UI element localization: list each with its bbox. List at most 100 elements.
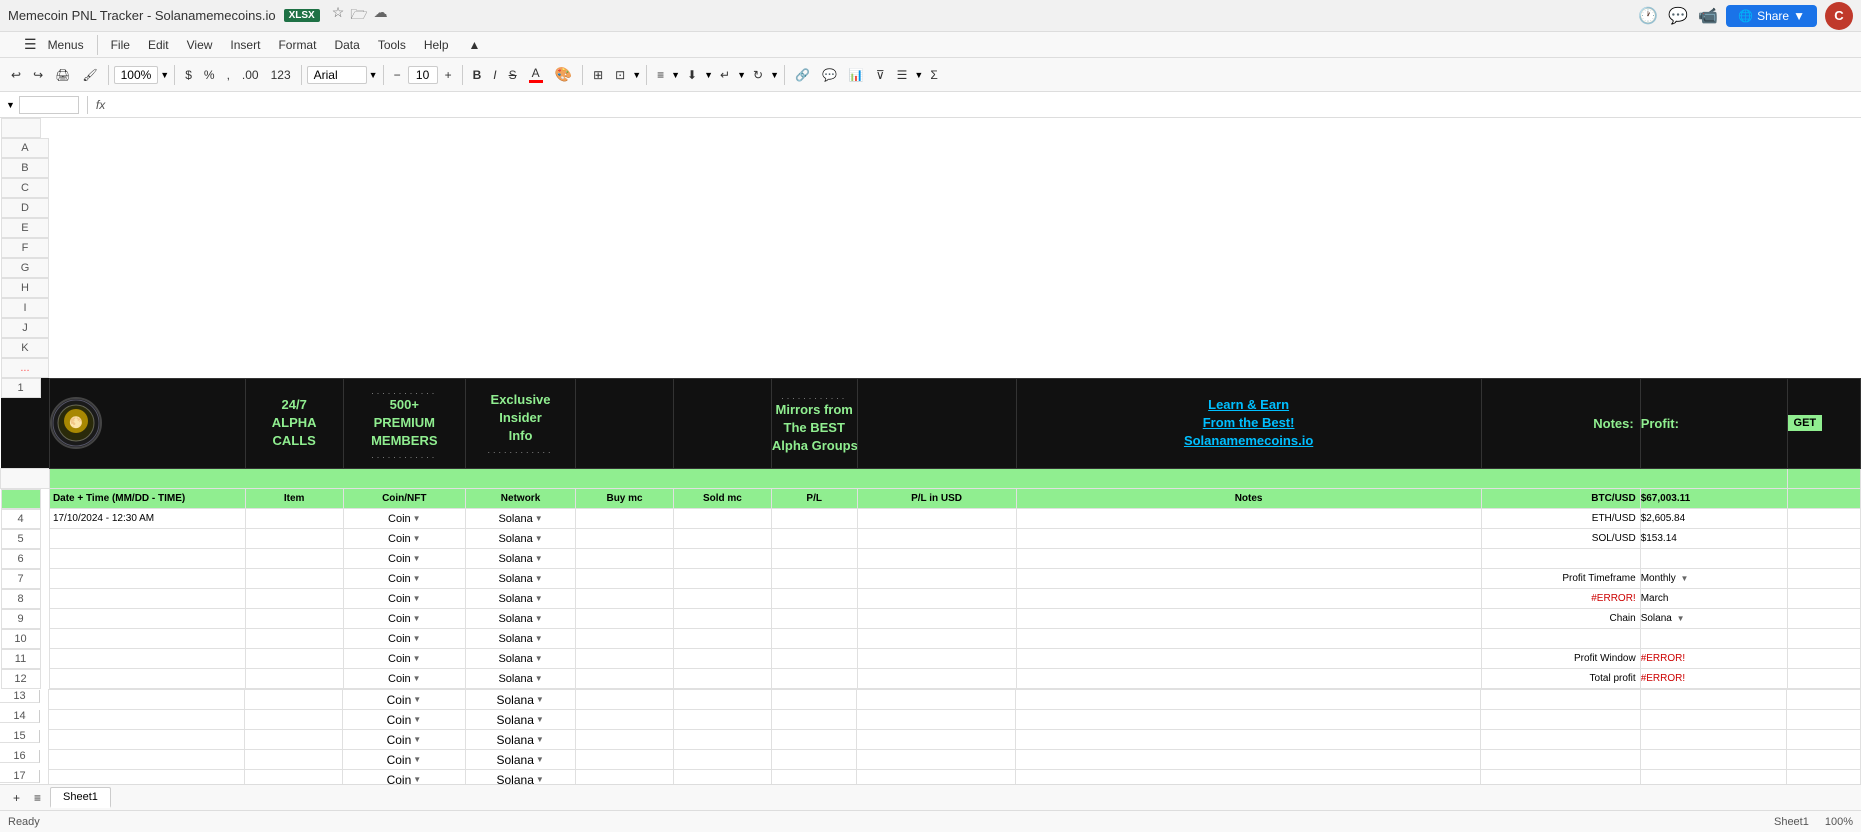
header-plusd[interactable]: P/L in USD [857,488,1016,509]
font-name-display[interactable]: Arial [307,66,367,84]
borders-button[interactable]: ⊞ [588,66,608,84]
menu-help[interactable]: Help [416,36,457,54]
font-size-increase-button[interactable]: + [440,66,457,84]
col-header-C[interactable]: C [1,178,50,198]
get-button[interactable]: GET [1788,415,1823,431]
cell-k-2[interactable]: $153.14 [1640,529,1787,549]
menu-data[interactable]: Data [326,36,367,54]
col-header-D[interactable]: D [1,198,50,218]
header-j[interactable]: BTC/USD [1481,488,1640,509]
col-header-J[interactable]: J [1,318,50,338]
menu-view[interactable]: View [179,36,221,54]
menu-tools[interactable]: Tools [370,36,414,54]
col-header-A[interactable]: A [1,138,50,158]
share-button[interactable]: 🌐 Share ▼ [1726,5,1817,27]
network-dropdown-first[interactable]: Solana ▼ [466,513,575,525]
cell-ref-dropdown-icon[interactable]: ▼ [6,100,15,110]
sigma-button[interactable]: Σ [925,66,942,84]
menu-file[interactable]: File [103,36,138,54]
cell-network-first[interactable]: Solana ▼ [465,509,575,529]
col-header-L[interactable]: ... [1,358,50,378]
cell-chain-value[interactable]: Solana ▼ [1640,609,1787,629]
col-header-G[interactable]: G [1,258,50,278]
header-k[interactable]: $67,003.11 [1640,488,1787,509]
col-header-B[interactable]: B [1,158,50,178]
header-datetime[interactable]: Date + Time (MM/DD - TIME) [49,488,245,509]
rotate-chevron-icon[interactable]: ▼ [770,70,779,80]
zoom-chevron-icon[interactable]: ▼ [160,70,169,80]
cell-coin-first[interactable]: Coin ▼ [343,509,465,529]
menu-format[interactable]: Format [270,36,324,54]
cell-reference-input[interactable] [19,96,79,114]
col-header-I[interactable]: I [1,298,50,318]
font-size-display[interactable]: 10 [408,66,438,84]
filter-chevron-icon[interactable]: ▼ [914,70,923,80]
header-coinnft[interactable]: Coin/NFT [343,488,465,509]
header-notes[interactable]: Notes [1016,488,1481,509]
cell-soldmc-first[interactable] [673,509,771,529]
menus-btn[interactable]: ☰ Menus [8,32,92,57]
cell-network-2[interactable]: Solana ▼ [465,529,575,549]
menu-insert[interactable]: Insert [222,36,268,54]
font-chevron-icon[interactable]: ▼ [369,70,378,80]
cell-b2[interactable] [245,529,343,549]
decimal-button[interactable]: .00 [237,66,264,84]
chart-button[interactable]: 📊 [844,66,869,84]
highlight-color-button[interactable]: 🎨 [550,64,577,85]
comma-button[interactable]: , [222,66,235,84]
filter-button[interactable]: ⊽ [871,66,890,84]
collapse-icon[interactable]: ▲ [461,36,489,54]
col-header-F[interactable]: F [1,238,50,258]
network-dropdown-arrow[interactable]: ▼ [535,514,543,523]
coin-dropdown-first[interactable]: Coin ▼ [344,513,465,525]
video-icon[interactable]: 📹 [1698,6,1718,26]
strikethrough-button[interactable]: S [504,66,522,84]
header-pl[interactable]: P/L [771,488,857,509]
col-header-K[interactable]: K [1,338,50,358]
percent-button[interactable]: % [199,66,220,84]
cell-notes-first[interactable] [1016,509,1481,529]
sheet-tab-1[interactable]: Sheet1 [50,787,111,808]
cell-profit-timeframe-value[interactable]: Monthly ▼ [1640,569,1787,589]
number-format-button[interactable]: 123 [266,66,296,84]
link-button[interactable]: 🔗 [790,66,815,84]
cell-j-2[interactable]: SOL/USD [1481,529,1640,549]
merge-chevron-icon[interactable]: ▼ [632,70,641,80]
italic-button[interactable]: I [488,66,501,84]
valign-button[interactable]: ⬇ [682,66,702,84]
cell-j-first[interactable]: ETH/USD [1481,509,1640,529]
align-chevron-icon[interactable]: ▼ [671,70,680,80]
comment-button[interactable]: 💬 [817,66,842,84]
wrap-chevron-icon[interactable]: ▼ [737,70,746,80]
text-color-button[interactable]: A [524,64,548,85]
cell-datetime[interactable]: 17/10/2024 - 12:30 AM [49,509,245,529]
currency-button[interactable]: $ [180,66,197,84]
font-size-decrease-button[interactable]: − [389,66,406,84]
cell-b1[interactable] [245,509,343,529]
col-header-H[interactable]: H [1,278,50,298]
cell-buymc-first[interactable] [576,509,674,529]
promo-learn-text[interactable]: Learn & Earn From the Best! Solanamemeco… [1017,396,1481,451]
add-sheet-button[interactable]: + [8,789,25,807]
merge-button[interactable]: ⊡ [610,66,630,84]
sheets-list-button[interactable]: ≡ [29,789,46,807]
cell-plusd-first[interactable] [857,509,1016,529]
coin-dropdown-arrow[interactable]: ▼ [413,514,421,523]
menu-edit[interactable]: Edit [140,36,177,54]
cell-k-first[interactable]: $2,605.84 [1640,509,1787,529]
undo-button[interactable]: ↩ [6,66,26,84]
paint-format-button[interactable]: 🖌 [77,66,102,84]
print-button[interactable]: 🖨 [50,66,75,84]
comment-icon[interactable]: 💬 [1668,6,1688,26]
header-soldmc[interactable]: Sold mc [673,488,771,509]
text-wrap-button[interactable]: ↵ [715,66,735,84]
header-buymc[interactable]: Buy mc [576,488,674,509]
col-header-E[interactable]: E [1,218,50,238]
cell-a2[interactable] [49,529,245,549]
bold-button[interactable]: B [468,66,487,84]
cell-coin-2[interactable]: Coin ▼ [343,529,465,549]
history-icon[interactable]: 🕐 [1638,6,1658,26]
zoom-display[interactable]: 100% [114,66,159,84]
valign-chevron-icon[interactable]: ▼ [704,70,713,80]
text-rotate-button[interactable]: ↻ [748,66,768,84]
